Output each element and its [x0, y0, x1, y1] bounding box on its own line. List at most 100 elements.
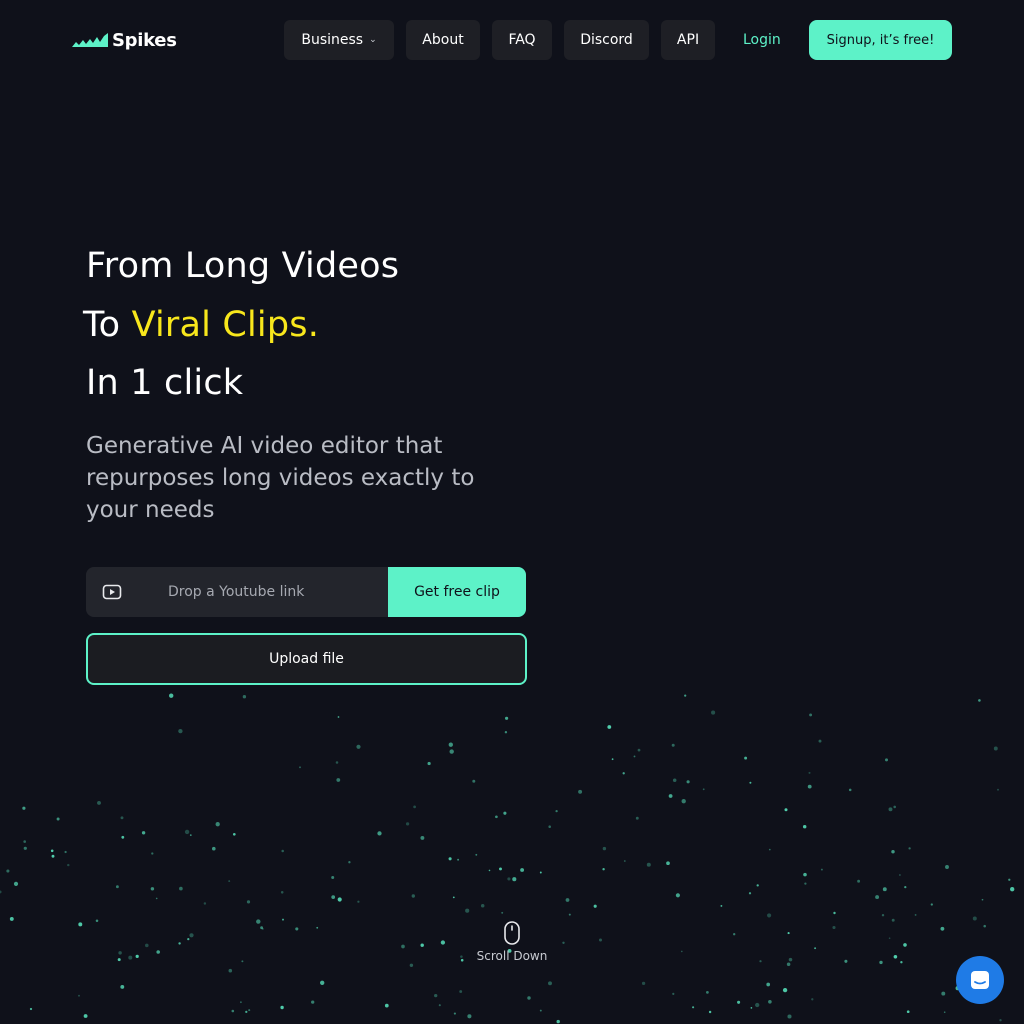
chat-icon [971, 971, 989, 989]
particle-dot [261, 927, 264, 930]
logo-mark-icon [72, 33, 108, 47]
particle-dot [78, 994, 80, 997]
particle-dot [833, 911, 836, 915]
particle-dot [888, 807, 893, 812]
youtube-link-form: Get free clip [86, 567, 526, 617]
particle-dot [115, 885, 119, 889]
particle-dot [331, 876, 335, 879]
particle-dot [507, 877, 511, 881]
nav-item-faq[interactable]: FAQ [492, 20, 552, 60]
particle-dot [440, 940, 446, 945]
particle-dot [548, 825, 551, 828]
particle-dot [95, 919, 99, 922]
particle-dot [23, 840, 27, 843]
nav-item-label: API [676, 32, 700, 48]
particle-dot [405, 822, 410, 826]
particle-dot [788, 957, 793, 962]
particle-dot [78, 922, 83, 927]
particle-dot [231, 1009, 235, 1013]
particle-dot [178, 942, 181, 945]
particle-dot [607, 725, 612, 729]
mouse-icon [504, 921, 520, 945]
particle-dot [666, 861, 670, 866]
particle-dot [295, 927, 299, 931]
particle-dot [156, 950, 160, 954]
particle-dot [337, 897, 342, 902]
particle-dot [891, 918, 895, 922]
chevron-down-icon: ⌄ [369, 35, 377, 45]
particle-dot [150, 887, 155, 891]
particle-dot [320, 980, 325, 985]
particle-dot [459, 990, 463, 993]
particle-dot [749, 781, 752, 784]
particle-dot [189, 834, 192, 836]
login-link[interactable]: Login [743, 20, 781, 60]
upload-file-button[interactable]: Upload file [86, 633, 527, 685]
get-free-clip-button[interactable]: Get free clip [388, 567, 526, 617]
particle-dot [128, 955, 133, 960]
particle-dot [748, 892, 752, 895]
particle-dot [120, 816, 124, 820]
particle-dot [281, 849, 284, 853]
particle-dot [169, 693, 174, 698]
chat-widget-button[interactable] [956, 956, 1004, 1004]
particle-dot [755, 1002, 760, 1008]
particle-dot [13, 881, 19, 887]
particle-dot [475, 853, 478, 856]
nav-item-discord[interactable]: Discord [564, 20, 649, 60]
particle-dot [503, 811, 507, 815]
particle-dot [9, 916, 14, 921]
particle-dot [888, 937, 891, 940]
particle-dot [448, 857, 452, 861]
particle-dot [737, 1000, 741, 1004]
particle-dot [420, 943, 424, 947]
particle-dot [248, 1009, 251, 1012]
particle-dot [527, 996, 531, 1000]
particle-dot [782, 987, 788, 993]
particle-dot [671, 743, 675, 747]
particle-dot [641, 981, 646, 986]
nav-item-api[interactable]: API [661, 20, 715, 60]
particle-dot [908, 847, 911, 850]
particle-dot [733, 933, 736, 936]
logo-text: Spikes [112, 29, 177, 51]
scroll-down-label[interactable]: Scroll Down [462, 949, 562, 963]
particle-dot [914, 913, 917, 916]
particle-dot [857, 879, 861, 883]
particle-dot [981, 898, 984, 901]
particle-dot [117, 958, 121, 962]
nav-item-label: About [422, 32, 464, 48]
particle-dot [480, 903, 485, 908]
particle-dot [240, 1001, 242, 1004]
particle-dot [635, 816, 639, 820]
particle-dot [512, 877, 517, 882]
particle-dot [997, 788, 999, 791]
particle-dot [501, 911, 504, 914]
logo[interactable]: Spikes [72, 26, 177, 54]
particle-dot [0, 890, 2, 894]
particle-dot [331, 895, 336, 899]
particle-dot [282, 918, 284, 921]
particle-dot [633, 755, 636, 758]
particle-dot [556, 1019, 560, 1024]
particle-dot [681, 799, 686, 804]
signup-button[interactable]: Signup, it’s free! [809, 20, 952, 60]
particle-dot [488, 869, 491, 872]
particle-dot [280, 891, 284, 894]
particle-dot [672, 992, 675, 996]
particle-dot [578, 789, 583, 794]
nav-item-label: Business [301, 32, 364, 48]
particle-dot [750, 1007, 753, 1009]
particle-dot [943, 1011, 946, 1013]
particle-dot [51, 854, 55, 858]
particle-dot [121, 835, 125, 839]
nav-item-business[interactable]: Business ⌄ [284, 20, 394, 60]
particle-dot [409, 963, 414, 968]
nav-item-about[interactable]: About [406, 20, 480, 60]
particle-dot [844, 959, 848, 963]
particle-dot [6, 869, 10, 873]
particle-dot [756, 884, 759, 887]
particle-dot [555, 809, 558, 813]
particle-dot [786, 962, 791, 967]
particle-dot [999, 1019, 1002, 1022]
